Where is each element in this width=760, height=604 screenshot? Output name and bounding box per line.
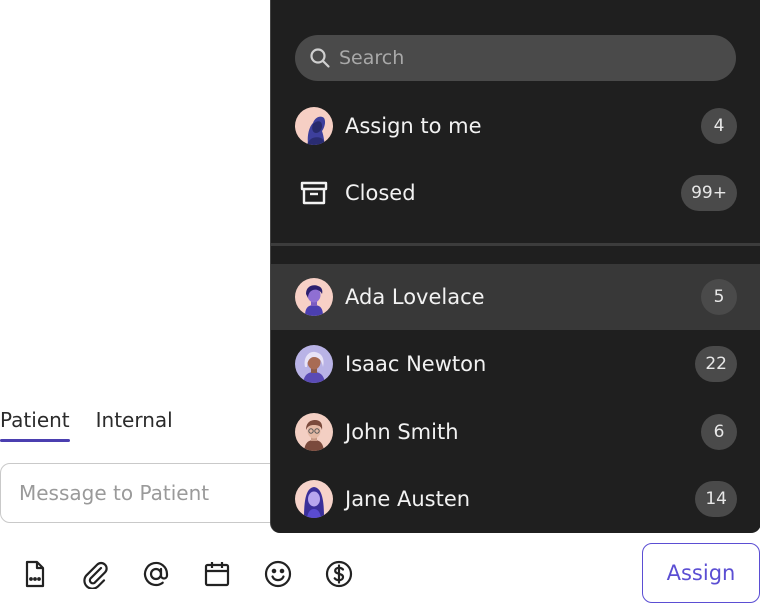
count-badge: 14 (695, 481, 737, 517)
avatar (295, 278, 333, 316)
avatar (295, 413, 333, 451)
search-input[interactable]: Search (295, 35, 736, 81)
paperclip-icon[interactable] (75, 554, 115, 594)
assign-dropdown: Search Assign to me 4 Closed 99+ Ada Lov… (270, 0, 760, 533)
count-badge: 22 (695, 346, 737, 382)
user-item-jane-austen[interactable]: Jane Austen 14 (271, 466, 760, 532)
composer-toolbar (14, 554, 359, 594)
user-item-john-smith[interactable]: John Smith 6 (271, 399, 760, 465)
calendar-icon[interactable] (197, 554, 237, 594)
user-item-isaac-newton[interactable]: Isaac Newton 22 (271, 331, 760, 397)
search-icon (310, 48, 330, 68)
assign-button[interactable]: Assign (642, 543, 760, 603)
avatar (295, 345, 333, 383)
closed-item[interactable]: Closed 99+ (271, 160, 760, 226)
tab-patient[interactable]: Patient (0, 408, 70, 442)
assign-to-me-label: Assign to me (345, 114, 482, 138)
divider (271, 243, 760, 246)
count-badge: 5 (701, 279, 737, 315)
avatar (295, 107, 333, 145)
avatar (295, 480, 333, 518)
count-badge: 6 (701, 414, 737, 450)
at-sign-icon[interactable] (136, 554, 176, 594)
message-tabs: Patient Internal (0, 408, 173, 442)
tab-internal[interactable]: Internal (96, 408, 173, 440)
emoji-icon[interactable] (258, 554, 298, 594)
archive-icon (295, 174, 333, 212)
user-item-ada-lovelace[interactable]: Ada Lovelace 5 (271, 264, 760, 330)
user-name: Isaac Newton (345, 352, 487, 376)
count-badge: 99+ (681, 175, 737, 211)
closed-label: Closed (345, 181, 416, 205)
user-name: Jane Austen (345, 487, 471, 511)
search-placeholder: Search (339, 47, 405, 69)
assign-to-me-item[interactable]: Assign to me 4 (271, 93, 760, 159)
document-icon[interactable] (14, 554, 54, 594)
user-name: Ada Lovelace (345, 285, 485, 309)
dollar-icon[interactable] (319, 554, 359, 594)
user-name: John Smith (345, 420, 459, 444)
count-badge: 4 (701, 108, 737, 144)
